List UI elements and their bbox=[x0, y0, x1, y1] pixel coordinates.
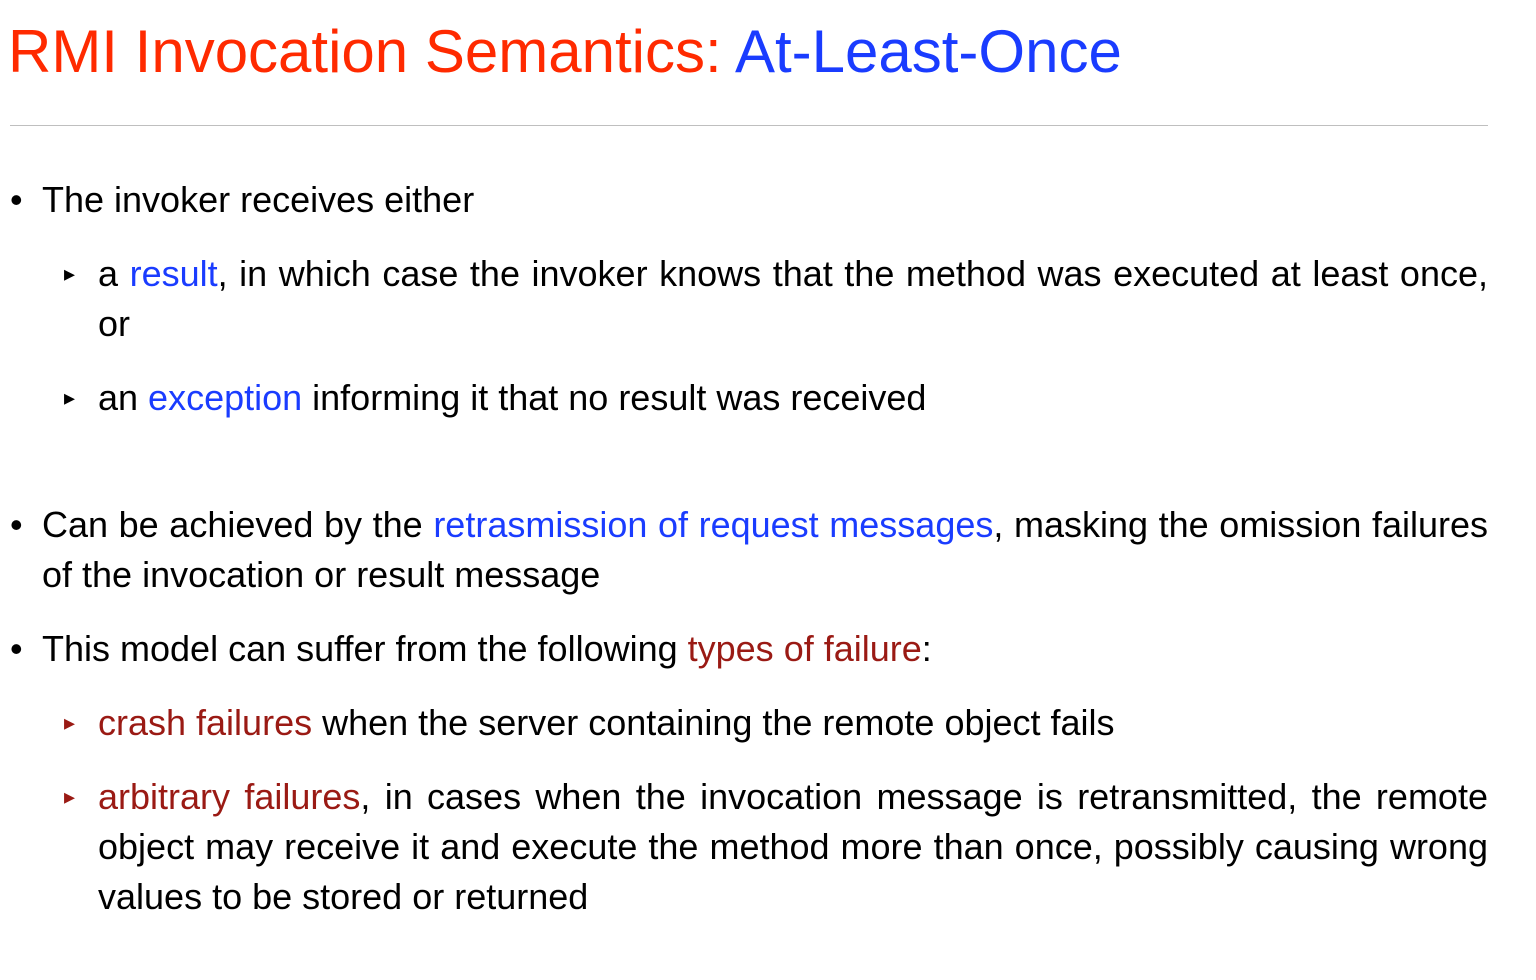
bullet-prefix: Can be achieved by the bbox=[42, 504, 434, 545]
term-arbitrary-failures: arbitrary failures bbox=[98, 776, 361, 817]
bullet-marker: • bbox=[10, 504, 23, 545]
sub-bullet-exception: ▸ an exception informing it that no resu… bbox=[8, 373, 1488, 423]
slide-title-highlight: At-Least-Once bbox=[734, 18, 1122, 85]
sub-bullet-marker: ▸ bbox=[64, 784, 76, 809]
sub-bullet-arbitrary-failures: ▸ arbitrary failures, in cases when the … bbox=[8, 772, 1488, 922]
sub-bullet-marker: ▸ bbox=[64, 385, 76, 410]
sub-bullet-marker: ▸ bbox=[64, 261, 76, 286]
sub-bullet-prefix: an bbox=[98, 377, 149, 418]
slide-body: • The invoker receives either ▸ a result… bbox=[8, 175, 1488, 922]
sub-bullet-suffix: , in which case the invoker knows that t… bbox=[98, 253, 1488, 344]
term-exception: exception bbox=[148, 377, 303, 418]
sub-bullet-suffix: informing it that no result was received bbox=[302, 377, 927, 418]
bullet-marker: • bbox=[10, 628, 23, 669]
title-divider bbox=[10, 125, 1488, 126]
bullet-marker: • bbox=[10, 179, 23, 220]
bullet-text: The invoker receives either bbox=[42, 179, 475, 220]
sub-bullet-marker: ▸ bbox=[64, 710, 76, 735]
slide-title: RMI Invocation Semantics: At-Least-Once bbox=[8, 14, 1122, 90]
sub-bullet-suffix: when the server containing the remote ob… bbox=[312, 702, 1115, 743]
term-retransmission: retrasmission of request messages bbox=[433, 504, 994, 545]
bullet-prefix: This model can suffer from the following bbox=[42, 628, 688, 669]
bullet-suffix: : bbox=[921, 628, 932, 669]
term-result: result bbox=[129, 253, 218, 294]
bullet-failure-types: • This model can suffer from the followi… bbox=[8, 624, 1488, 674]
sub-bullet-crash-failures: ▸ crash failures when the server contain… bbox=[8, 698, 1488, 748]
sub-bullet-result: ▸ a result, in which case the invoker kn… bbox=[8, 249, 1488, 349]
sub-bullet-prefix: a bbox=[98, 253, 130, 294]
term-crash-failures: crash failures bbox=[98, 702, 313, 743]
bullet-invoker-receives: • The invoker receives either bbox=[8, 175, 1488, 225]
term-types-of-failure: types of failure bbox=[687, 628, 922, 669]
bullet-retransmission: • Can be achieved by the retrasmission o… bbox=[8, 500, 1488, 600]
slide-title-main: RMI Invocation Semantics: bbox=[8, 18, 735, 85]
